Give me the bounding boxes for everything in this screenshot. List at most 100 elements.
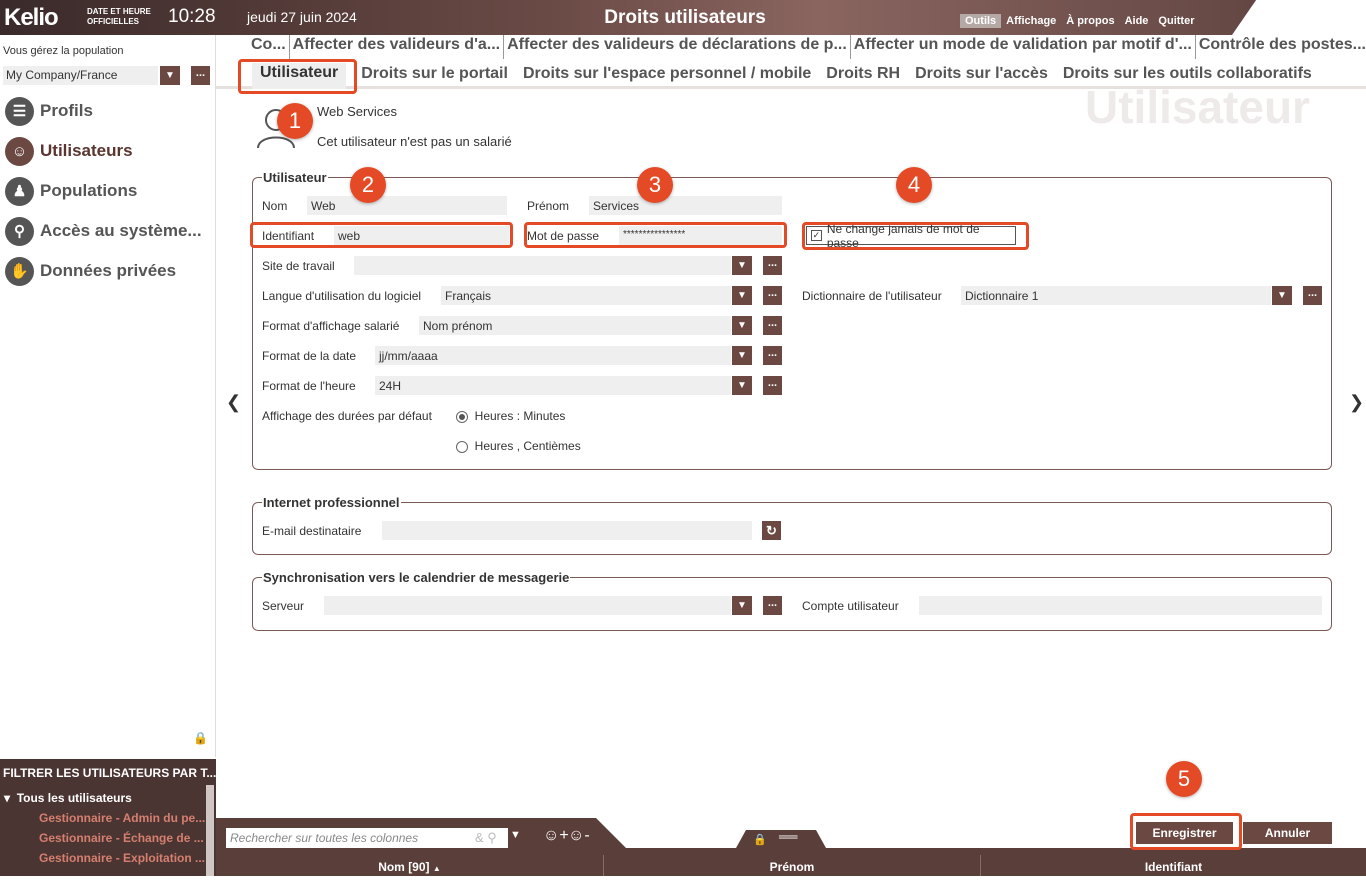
- format-date-more-button[interactable]: ...: [763, 346, 782, 365]
- chevron-down-icon: ▼: [737, 380, 747, 391]
- section-legend: Utilisateur: [263, 170, 327, 185]
- chevron-down-icon: ▼: [165, 70, 175, 81]
- format-heure-select[interactable]: 24H: [375, 376, 731, 395]
- column-identifiant[interactable]: Identifiant: [981, 855, 1366, 876]
- compte-field[interactable]: [919, 596, 1322, 615]
- tab-droits-acces[interactable]: Droits sur l'accès: [915, 63, 1048, 89]
- company-dropdown-button[interactable]: ▼: [160, 66, 180, 85]
- secondary-tabs: Co... Affecter des valideurs d'a... Affe…: [248, 35, 1366, 59]
- email-label: E-mail destinataire: [262, 524, 362, 538]
- format-date-label: Format de la date: [262, 349, 357, 363]
- sidebar-item-label: Populations: [40, 181, 138, 200]
- site-select[interactable]: [354, 256, 731, 275]
- company-select[interactable]: My Company/France: [3, 66, 158, 85]
- refresh-email-button[interactable]: ↻: [762, 521, 781, 540]
- page-title: Droits utilisateurs: [604, 7, 766, 28]
- tab-controle-postes[interactable]: Contrôle des postes...: [1194, 35, 1366, 59]
- step-marker-1: 1: [277, 103, 313, 139]
- tree-item[interactable]: Gestionnaire - Exploitation ...: [39, 851, 205, 865]
- tree-item[interactable]: Gestionnaire - Admin du pe...: [39, 811, 205, 825]
- search-input[interactable]: Rechercher sur toutes les colonnes: [226, 828, 508, 848]
- remove-user-icon[interactable]: ☺-: [568, 827, 590, 845]
- filter-scrollbar[interactable]: [206, 785, 214, 876]
- langue-label: Langue d'utilisation du logiciel: [262, 289, 422, 303]
- sidebar-item-label: Données privées: [40, 261, 177, 280]
- sidebar-item-profils[interactable]: ☰ Profils: [5, 96, 215, 126]
- radio-heures-centiemes[interactable]: Heures , Centièmes: [456, 439, 581, 453]
- company-more-button[interactable]: ...: [191, 66, 210, 85]
- tree-item[interactable]: Gestionnaire - Échange de ...: [39, 831, 204, 845]
- format-heure-more-button[interactable]: ...: [763, 376, 782, 395]
- format-salarie-more-button[interactable]: ...: [763, 316, 782, 335]
- filter-title: FILTRER LES UTILISATEURS PAR T...: [3, 766, 217, 780]
- radio-selected-icon: [456, 410, 468, 423]
- serveur-label: Serveur: [262, 599, 305, 613]
- menu-apropos[interactable]: À propos: [1061, 14, 1119, 28]
- column-label: Nom [90]: [378, 860, 430, 874]
- drag-handle-icon[interactable]: ══: [779, 830, 797, 843]
- tree-label: Tous les utilisateurs: [16, 791, 132, 805]
- chevron-down-icon: ▼: [1277, 290, 1287, 301]
- format-salarie-select[interactable]: Nom prénom: [419, 316, 731, 335]
- chevron-down-icon: ▼: [737, 290, 747, 301]
- dictionnaire-more-button[interactable]: ...: [1303, 286, 1322, 305]
- previous-arrow-icon[interactable]: ❮: [226, 392, 241, 413]
- site-more-button[interactable]: ...: [763, 256, 782, 275]
- langue-select[interactable]: Français: [441, 286, 731, 305]
- prenom-field[interactable]: Services: [589, 196, 782, 215]
- nom-field[interactable]: Web: [307, 196, 507, 215]
- serveur-dropdown-button[interactable]: ▼: [732, 596, 752, 615]
- section-legend: Internet professionnel: [263, 495, 400, 510]
- cancel-button[interactable]: Annuler: [1243, 822, 1332, 844]
- clock: 10:28: [168, 6, 216, 27]
- sidebar-item-donnees-privees[interactable]: ✋ Données privées: [5, 256, 215, 286]
- search-options-chevron-icon[interactable]: ▼: [510, 829, 521, 841]
- column-prenom[interactable]: Prénom: [604, 855, 981, 876]
- tab-co[interactable]: Co...: [248, 35, 289, 59]
- format-salarie-dropdown-button[interactable]: ▼: [732, 316, 752, 335]
- highlight-tab-utilisateur: [238, 59, 357, 94]
- tab-affecter-mode-validation[interactable]: Affecter un mode de validation par motif…: [849, 35, 1195, 59]
- sidebar-item-acces[interactable]: ⚲ Accès au système...: [5, 216, 215, 246]
- group-icon: ♟: [5, 176, 34, 206]
- dictionnaire-label: Dictionnaire de l'utilisateur: [802, 289, 942, 303]
- format-date-select[interactable]: jj/mm/aaaa: [375, 346, 731, 365]
- search-icon[interactable]: & ⚲: [475, 830, 497, 846]
- refresh-icon: ↻: [766, 523, 777, 538]
- highlight-password: [524, 222, 787, 248]
- tab-affecter-valideurs-a[interactable]: Affecter des valideurs d'a...: [288, 35, 503, 59]
- email-field[interactable]: [382, 521, 752, 540]
- sidebar-item-populations[interactable]: ♟ Populations: [5, 176, 215, 206]
- radio-heures-minutes[interactable]: Heures : Minutes: [456, 409, 565, 423]
- menu-outils[interactable]: Outils: [960, 14, 1002, 28]
- grid-header: Nom [90] ▲ Prénom Identifiant: [216, 855, 1366, 876]
- lock-icon[interactable]: 🔒: [753, 833, 767, 846]
- column-nom[interactable]: Nom [90] ▲: [216, 855, 604, 876]
- add-user-icon[interactable]: ☺+: [543, 827, 569, 845]
- user-status-text: Cet utilisateur n'est pas un salarié: [317, 134, 512, 149]
- site-dropdown-button[interactable]: ▼: [732, 256, 752, 275]
- serveur-select[interactable]: [324, 596, 731, 615]
- format-heure-dropdown-button[interactable]: ▼: [732, 376, 752, 395]
- chevron-down-icon: ▼: [737, 350, 747, 361]
- lock-icon[interactable]: 🔒: [193, 731, 208, 745]
- menu-quitter[interactable]: Quitter: [1153, 14, 1199, 28]
- dictionnaire-dropdown-button[interactable]: ▼: [1272, 286, 1292, 305]
- next-arrow-icon[interactable]: ❯: [1349, 392, 1364, 413]
- dictionnaire-select[interactable]: Dictionnaire 1: [961, 286, 1271, 305]
- menu-affichage[interactable]: Affichage: [1001, 14, 1061, 28]
- section-legend: Synchronisation vers le calendrier de me…: [263, 570, 570, 585]
- population-label: Vous gérez la population: [3, 45, 124, 57]
- tree-all-users[interactable]: ▾ Tous les utilisateurs: [4, 791, 132, 805]
- sidebar-item-label: Accès au système...: [40, 221, 202, 240]
- langue-dropdown-button[interactable]: ▼: [732, 286, 752, 305]
- tab-droits-rh[interactable]: Droits RH: [826, 63, 900, 89]
- langue-more-button[interactable]: ...: [763, 286, 782, 305]
- tab-droits-espace-personnel[interactable]: Droits sur l'espace personnel / mobile: [523, 63, 811, 89]
- format-date-dropdown-button[interactable]: ▼: [732, 346, 752, 365]
- sidebar-item-utilisateurs[interactable]: ☺ Utilisateurs: [5, 136, 215, 166]
- tab-affecter-valideurs-declarations[interactable]: Affecter des valideurs de déclarations d…: [503, 35, 850, 59]
- serveur-more-button[interactable]: ...: [763, 596, 782, 615]
- tab-droits-portail[interactable]: Droits sur le portail: [361, 63, 508, 89]
- menu-aide[interactable]: Aide: [1120, 14, 1154, 28]
